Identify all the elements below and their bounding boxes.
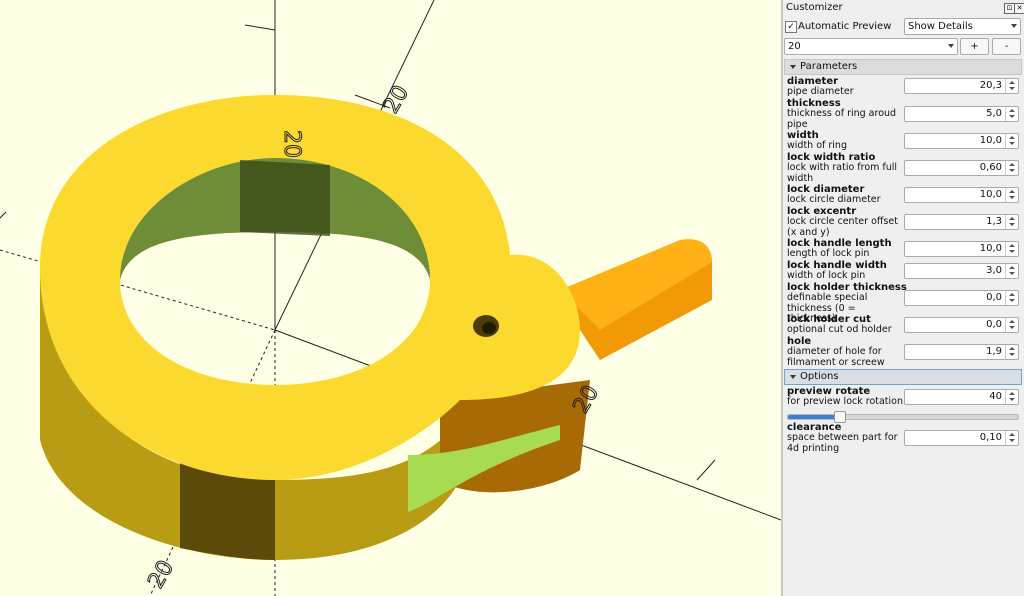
spinner-arrows-icon[interactable] bbox=[1005, 345, 1018, 359]
thickness-input[interactable]: 5,0 bbox=[904, 106, 1019, 122]
lock-holder-thickness-input[interactable]: 0,0 bbox=[904, 290, 1019, 306]
preset-value: 20 bbox=[788, 41, 801, 52]
param-desc: diameter of hole for filmament or screew bbox=[787, 346, 885, 368]
spinner-arrows-icon[interactable] bbox=[1005, 390, 1018, 404]
preset-select[interactable]: 20 bbox=[784, 38, 958, 55]
options-section-header[interactable]: Options bbox=[784, 369, 1022, 385]
axis-label-1: 20 bbox=[279, 130, 304, 158]
lock-width-ratio-input[interactable]: 0,60 bbox=[904, 160, 1019, 176]
param-desc: width of ring bbox=[787, 140, 847, 151]
param-desc: optional cut od holder bbox=[787, 324, 892, 335]
spinner-arrows-icon[interactable] bbox=[1005, 242, 1018, 256]
parameters-section-header[interactable]: Parameters bbox=[784, 59, 1022, 75]
lock-diameter-input[interactable]: 10,0 bbox=[904, 187, 1019, 203]
3d-viewport[interactable]: 20 20 20 20 bbox=[0, 0, 781, 596]
lock-excentr-input[interactable]: 1,3 bbox=[904, 214, 1019, 230]
automatic-preview-checkbox[interactable]: ✓ bbox=[785, 21, 797, 33]
3d-scene[interactable]: 20 20 20 20 bbox=[0, 0, 781, 596]
remove-preset-button[interactable]: - bbox=[992, 38, 1021, 55]
preview-rotate-input[interactable]: 40 bbox=[904, 389, 1019, 405]
options-section-label: Options bbox=[800, 371, 839, 382]
lock-handle-length-input[interactable]: 10,0 bbox=[904, 241, 1019, 257]
spinner-arrows-icon[interactable] bbox=[1005, 188, 1018, 202]
close-icon[interactable]: ✕ bbox=[1014, 3, 1024, 14]
lock-holder-cut-input[interactable]: 0,0 bbox=[904, 317, 1019, 333]
lock-handle-width-input[interactable]: 3,0 bbox=[904, 263, 1019, 279]
show-details-select[interactable]: Show Details bbox=[904, 18, 1021, 35]
param-desc: space between part for 4d printing bbox=[787, 432, 898, 454]
spinner-arrows-icon[interactable] bbox=[1005, 134, 1018, 148]
panel-title: Customizer bbox=[786, 2, 843, 13]
param-desc: for preview lock rotation bbox=[787, 396, 903, 407]
chevron-down-icon bbox=[1011, 24, 1017, 28]
hole-input[interactable]: 1,9 bbox=[904, 344, 1019, 360]
spinner-arrows-icon[interactable] bbox=[1005, 161, 1018, 175]
spinner-arrows-icon[interactable] bbox=[1005, 318, 1018, 332]
slider-fill bbox=[788, 415, 839, 419]
collapse-icon bbox=[790, 65, 796, 69]
chevron-down-icon bbox=[948, 44, 954, 48]
panel-titlebar: Customizer ⊡ ✕ bbox=[783, 0, 1024, 16]
automatic-preview-label[interactable]: Automatic Preview bbox=[798, 21, 891, 32]
spinner-arrows-icon[interactable] bbox=[1005, 107, 1018, 121]
param-desc: thickness of ring aroud pipe bbox=[787, 108, 897, 130]
param-desc: lock circle center offset (x and y) bbox=[787, 216, 898, 238]
preview-rotate-slider[interactable] bbox=[787, 411, 1019, 423]
customizer-panel: Customizer ⊡ ✕ ✓ Automatic Preview Show … bbox=[783, 0, 1024, 596]
param-desc: width of lock pin bbox=[787, 270, 866, 281]
add-preset-button[interactable]: + bbox=[960, 38, 989, 55]
inner-bore-shade bbox=[240, 160, 330, 236]
show-details-value: Show Details bbox=[908, 21, 973, 32]
spinner-arrows-icon[interactable] bbox=[1005, 264, 1018, 278]
width-input[interactable]: 10,0 bbox=[904, 133, 1019, 149]
param-desc: length of lock pin bbox=[787, 248, 870, 259]
collapse-icon bbox=[790, 375, 796, 379]
spinner-arrows-icon[interactable] bbox=[1005, 431, 1018, 445]
param-desc: pipe diameter bbox=[787, 86, 854, 97]
clearance-input[interactable]: 0,10 bbox=[904, 430, 1019, 446]
parameters-section-label: Parameters bbox=[800, 61, 858, 72]
spinner-arrows-icon[interactable] bbox=[1005, 79, 1018, 93]
param-desc: lock circle diameter bbox=[787, 194, 881, 205]
spinner-arrows-icon[interactable] bbox=[1005, 291, 1018, 305]
param-desc: lock with ratio from full width bbox=[787, 162, 898, 184]
spinner-arrows-icon[interactable] bbox=[1005, 215, 1018, 229]
diameter-input[interactable]: 20,3 bbox=[904, 78, 1019, 94]
axis-label-4: 20 bbox=[144, 556, 180, 593]
preview-row: ✓ Automatic Preview Show Details bbox=[783, 18, 1024, 36]
